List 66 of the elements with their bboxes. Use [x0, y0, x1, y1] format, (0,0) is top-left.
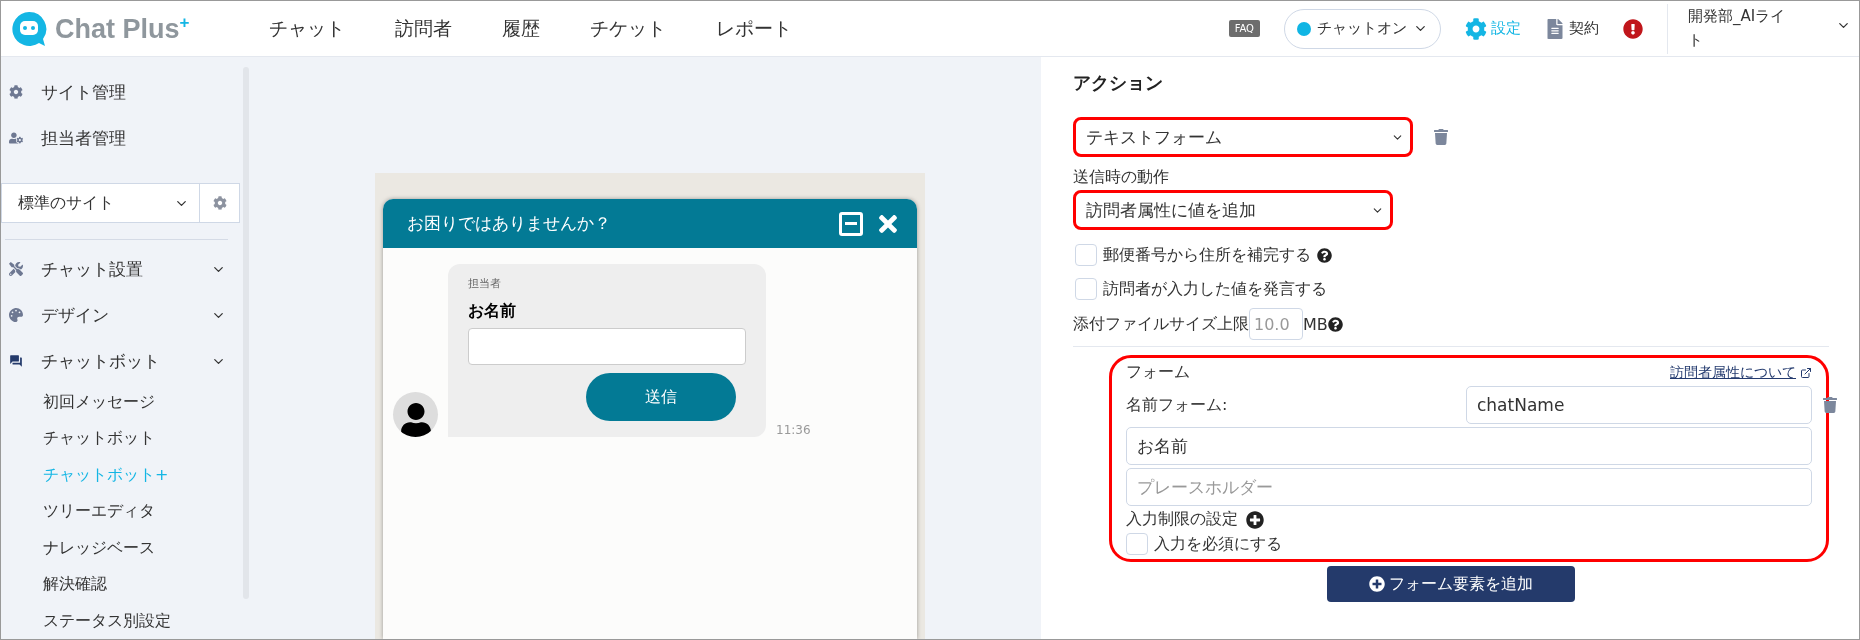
checkbox-label: 入力を必須にする	[1154, 533, 1282, 555]
sidebar-item[interactable]: サイト管理	[1, 69, 240, 115]
action-type-select[interactable]: テキストフォーム	[1073, 117, 1413, 157]
checkbox[interactable]	[1075, 278, 1097, 300]
name-input-field[interactable]	[468, 328, 746, 365]
sidebar-subitem[interactable]: ステータス別設定	[1, 603, 240, 639]
chat-widget-title: お困りではありませんか？	[407, 212, 612, 235]
trash-icon[interactable]	[1822, 397, 1838, 413]
sidebar-subitem[interactable]: ナレッジベース	[1, 530, 240, 567]
chat-icon	[9, 354, 23, 368]
tools-icon	[9, 262, 23, 276]
nav-link[interactable]: レポート	[716, 15, 792, 42]
nav-link[interactable]: 訪問者	[395, 15, 452, 42]
trash-icon[interactable]	[1433, 129, 1449, 145]
site-settings-button[interactable]	[200, 183, 240, 223]
nav-link[interactable]: チャット	[269, 15, 345, 42]
unit-label: MB	[1303, 314, 1328, 334]
agent-name: 担当者	[468, 276, 502, 291]
on-send-label: 送信時の動作	[1073, 167, 1170, 188]
field-label: お名前	[468, 301, 517, 322]
alert-icon[interactable]	[1623, 18, 1643, 39]
nav-link[interactable]: チケット	[590, 15, 666, 42]
attachment-limit-label: 添付ファイルサイズ上限	[1073, 313, 1249, 335]
help-icon[interactable]	[1317, 247, 1332, 263]
size-input-field[interactable]: 10.0	[1249, 308, 1303, 340]
sidebar-item[interactable]: 担当者管理	[1, 115, 240, 161]
add-icon[interactable]	[1246, 510, 1264, 529]
checkbox[interactable]	[1075, 244, 1097, 266]
form-title: フォーム	[1126, 362, 1190, 383]
gear-icon	[9, 85, 23, 99]
placeholder-input-field[interactable]: プレースホルダー	[1126, 468, 1812, 506]
label-input-field[interactable]: お名前	[1126, 427, 1812, 465]
attribute-input-field[interactable]: chatName	[1466, 386, 1812, 424]
message-time: 11:36	[776, 423, 811, 437]
name-form-label: 名前フォーム:	[1126, 394, 1228, 416]
document-icon	[1545, 18, 1565, 39]
minimize-icon[interactable]	[839, 211, 863, 236]
sidebar-subitem[interactable]: 解決確認	[1, 566, 240, 603]
send-button[interactable]: 送信	[586, 373, 736, 421]
checkbox[interactable]	[1126, 533, 1148, 555]
checkbox-label: 郵便番号から住所を補完する	[1103, 244, 1311, 266]
add-form-element-button[interactable]: フォーム要素を追加	[1327, 566, 1575, 602]
faq-button[interactable]: FAQ	[1228, 20, 1260, 37]
avatar-silhouette	[393, 392, 438, 437]
sidebar-subitem[interactable]: ツリーエディタ	[1, 493, 240, 530]
external-link-icon	[1800, 366, 1812, 379]
help-icon[interactable]	[1327, 316, 1343, 332]
site-select[interactable]: 標準のサイト	[1, 183, 200, 223]
visitor-attributes-link[interactable]: 訪問者属性について	[1670, 363, 1796, 382]
palette-icon	[9, 308, 23, 322]
contract-link[interactable]: 契約	[1545, 18, 1599, 39]
chat-status-dropdown[interactable]: チャットオン	[1284, 8, 1441, 49]
sidebar-section[interactable]: デザイン	[1, 292, 240, 338]
sidebar-section[interactable]: チャットボット	[1, 338, 240, 384]
section-heading: アクション	[1073, 71, 1164, 95]
settings-icon	[1465, 17, 1487, 40]
sidebar-section[interactable]: チャット設置	[1, 246, 240, 292]
checkbox-label: 訪問者が入力した値を発言する	[1103, 278, 1327, 300]
user-menu[interactable]: 開発部_AIライト	[1667, 3, 1851, 54]
user-gear-icon	[9, 131, 23, 145]
sidebar-subitem[interactable]: チャットボット	[1, 420, 240, 457]
on-send-select[interactable]: 訪問者属性に値を追加	[1073, 190, 1393, 230]
input-restriction-label: 入力制限の設定	[1126, 509, 1238, 530]
logo-text: Chat Plus$^{+}$	[55, 12, 190, 45]
sidebar-subitem[interactable]: 初回メッセージ	[1, 384, 240, 421]
nav-link[interactable]: 履歴	[502, 15, 540, 42]
